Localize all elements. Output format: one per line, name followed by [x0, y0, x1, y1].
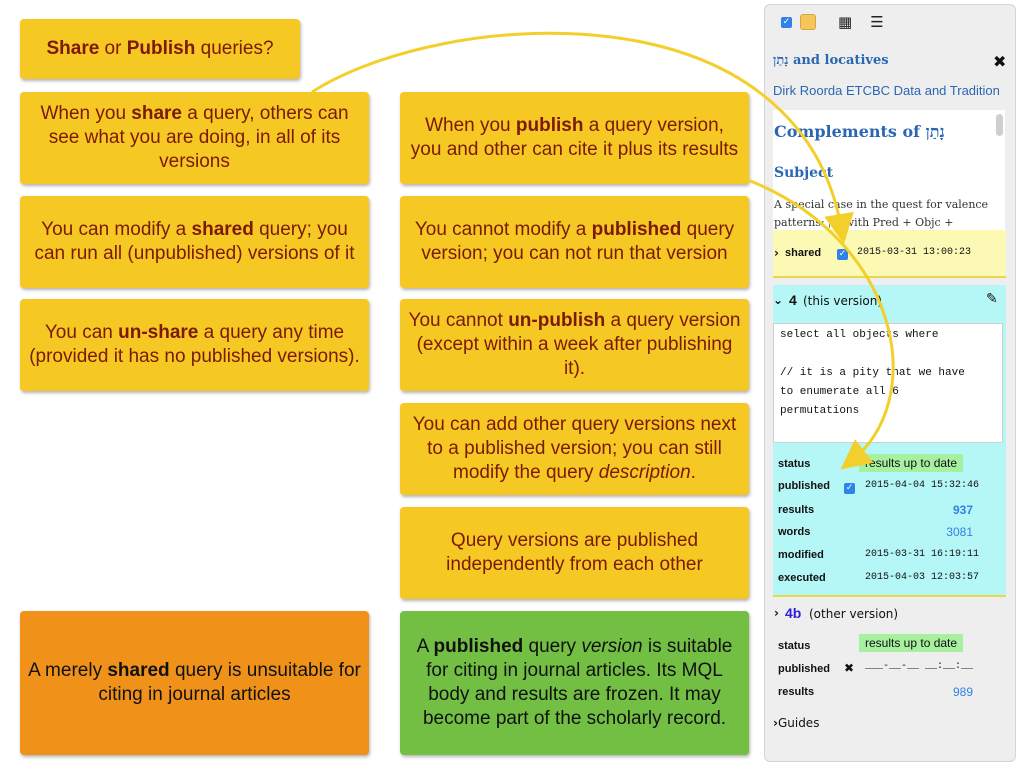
this-version-panel: ⌄ 4 (this version) ✎ select all objects …	[773, 285, 1006, 597]
description-heading: Complements of נָתַן	[774, 122, 945, 141]
publish-add-card: You can add other query versions next to…	[400, 403, 749, 495]
description-scrollbar[interactable]	[996, 114, 1003, 136]
results-label: results	[778, 504, 815, 516]
pencil-icon[interactable]: ✎	[986, 291, 998, 307]
query-side-panel: ✓ ▦ ☰ נָתַן and locatives ✖ Dirk Roorda …	[764, 4, 1016, 762]
independent-card: Query versions are published independent…	[400, 507, 749, 599]
share-word: Share	[46, 38, 100, 59]
executed-timestamp: 2015-04-03 12:03:57	[865, 572, 980, 583]
other-results-label: results	[778, 686, 815, 698]
query-author[interactable]: Dirk Roorda ETCBC Data and Tradition	[773, 83, 1000, 98]
share-unshare-card: You can un-share a query any time (provi…	[20, 299, 369, 391]
results-count[interactable]: 937	[923, 503, 973, 517]
published-version-card: A published query version is suitable fo…	[400, 611, 749, 755]
share-cite-card: When you share a query, others can see w…	[20, 92, 369, 184]
other-status-label: status	[778, 640, 811, 652]
description-paragraph: A special case in the quest for valence …	[774, 198, 989, 229]
other-version-panel: › 4b (other version) status results up t…	[773, 601, 1006, 711]
publish-unpublish-card: You cannot un-publish a query version (e…	[400, 299, 749, 391]
table-icon[interactable]: ▦	[838, 13, 852, 31]
guides-toggle[interactable]: ›Guides	[773, 714, 819, 732]
list-icon[interactable]: ☰	[870, 13, 883, 31]
shared-checkbox[interactable]: ✓	[837, 249, 848, 260]
chevron-right-icon[interactable]: ›	[774, 606, 779, 620]
other-version-note: (other version)	[809, 607, 899, 621]
shared-timestamp: 2015-03-31 13:00:23	[857, 247, 972, 258]
query-description[interactable]: Complements of נָתַן Subject A special c…	[773, 110, 1005, 230]
mql-editor[interactable]: select all objects where // it is a pity…	[773, 323, 1003, 443]
status-badge: results up to date	[859, 454, 964, 472]
executed-label: executed	[778, 572, 826, 584]
publish-modify-card: You cannot modify a published query vers…	[400, 196, 749, 288]
panel-toolbar: ✓ ▦ ☰	[781, 13, 884, 31]
shared-label: shared	[785, 247, 822, 259]
other-results-count[interactable]: 989	[923, 685, 973, 699]
description-subheading: Subject	[774, 165, 834, 181]
other-version-name[interactable]: 4b	[785, 605, 801, 621]
query-title[interactable]: נָתַן and locatives	[773, 52, 889, 68]
published-checkbox[interactable]: ✓	[844, 483, 855, 494]
published-timestamp: 2015-04-04 15:32:46	[865, 480, 980, 491]
modified-label: modified	[778, 549, 824, 561]
other-published-timestamp: ___-__-__ __:__:__	[865, 661, 974, 672]
merely-shared-card: A merely shared query is unsuitable for …	[20, 611, 369, 755]
title-card: Share or Publish queries?	[20, 19, 300, 79]
words-label: words	[778, 526, 811, 538]
chevron-right-icon[interactable]: ›	[774, 246, 779, 260]
guides-label: Guides	[777, 716, 820, 730]
other-published-label: published	[778, 663, 830, 675]
chevron-down-icon[interactable]: ⌄	[773, 293, 783, 307]
color-swatch-icon[interactable]	[800, 14, 816, 30]
publish-cite-card: When you publish a query version, you an…	[400, 92, 749, 184]
version-name[interactable]: 4	[789, 292, 797, 308]
publish-word: Publish	[126, 38, 196, 59]
version-note: (this version)	[803, 294, 883, 308]
published-label: published	[778, 480, 830, 492]
status-label: status	[778, 458, 811, 470]
modified-timestamp: 2015-03-31 16:19:11	[865, 549, 980, 560]
share-modify-card: You can modify a shared query; you can r…	[20, 196, 369, 288]
words-count: 3081	[946, 525, 973, 539]
checkbox-icon[interactable]: ✓	[781, 16, 792, 28]
not-published-icon: ✖	[844, 661, 855, 675]
other-status-badge: results up to date	[859, 634, 964, 652]
shared-row: › shared ✓ 2015-03-31 13:00:23	[773, 230, 1006, 278]
expand-icon[interactable]: ✖	[993, 52, 1006, 71]
